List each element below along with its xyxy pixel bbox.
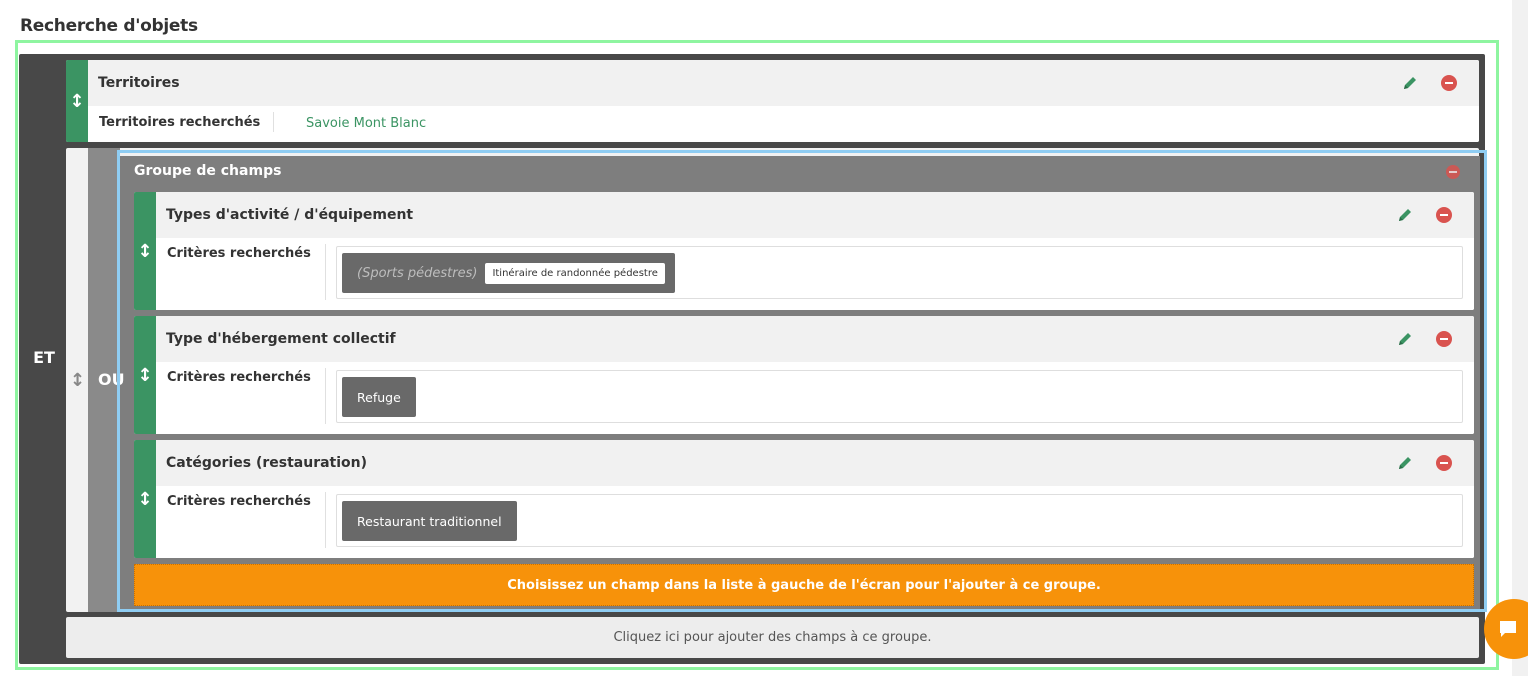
page-title: Recherche d'objets — [20, 16, 198, 36]
or-operator-label: OU — [98, 370, 125, 389]
selection-outline-root — [15, 40, 1499, 670]
scrollbar-track[interactable] — [1512, 0, 1528, 676]
